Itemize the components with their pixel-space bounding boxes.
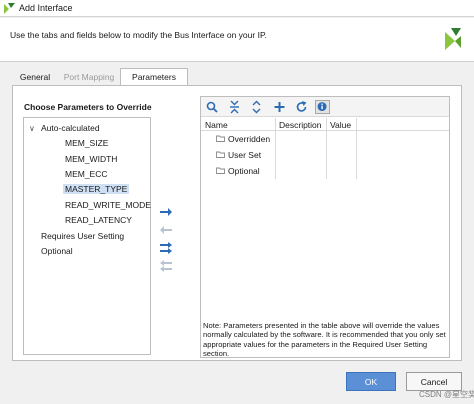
refresh-icon[interactable]: [294, 100, 309, 114]
add-icon[interactable]: [272, 100, 287, 114]
window-title: Add Interface: [19, 3, 73, 13]
tree-item-requires-user-setting[interactable]: Requires User Setting: [41, 231, 124, 241]
arrow-right-all-icon[interactable]: [159, 242, 173, 254]
parameter-tree[interactable]: ∨ Auto-calculated MEM_SIZE MEM_WIDTH MEM…: [23, 117, 151, 355]
table-header: Name Description Value: [201, 118, 449, 131]
table-row[interactable]: Overridden: [201, 131, 449, 147]
collapse-all-icon[interactable]: [227, 100, 242, 114]
tree-item-read-write-mode[interactable]: READ_WRITE_MODE: [65, 200, 151, 210]
tree-item-mem-size[interactable]: MEM_SIZE: [65, 138, 108, 148]
arrow-left-icon: [160, 226, 172, 234]
tab-parameters[interactable]: Parameters: [120, 68, 188, 86]
title-bar: Add Interface: [0, 0, 474, 17]
tree-item-read-latency[interactable]: READ_LATENCY: [65, 215, 132, 225]
vivado-logo-icon: [445, 28, 461, 50]
row-label-overridden: Overridden: [228, 134, 271, 144]
column-description[interactable]: Description: [279, 120, 322, 130]
search-icon[interactable]: [205, 100, 220, 114]
folder-icon: [216, 167, 225, 174]
info-icon[interactable]: [315, 100, 330, 114]
parameters-tab-pane: Choose Parameters to Override ∨ Auto-cal…: [12, 85, 462, 361]
tab-port-mapping: Port Mapping: [63, 72, 115, 82]
vivado-logo-icon: [4, 3, 15, 14]
tab-general[interactable]: General: [14, 68, 56, 85]
dialog-header: Use the tabs and fields below to modify …: [0, 18, 474, 62]
override-note: Note: Parameters presented in the table …: [203, 321, 446, 358]
parameter-table-panel: Name Description Value Overridden User S…: [200, 96, 450, 358]
header-description: Use the tabs and fields below to modify …: [10, 30, 267, 40]
choose-parameters-label: Choose Parameters to Override: [24, 102, 152, 112]
row-label-user-set: User Set: [228, 150, 262, 160]
tree-item-master-type[interactable]: MASTER_TYPE: [63, 184, 130, 194]
row-label-optional: Optional: [228, 166, 260, 176]
watermark: CSDN @星空奖: [419, 390, 474, 399]
tree-item-optional[interactable]: Optional: [41, 246, 73, 256]
column-name[interactable]: Name: [205, 120, 228, 130]
column-value[interactable]: Value: [330, 120, 351, 130]
folder-icon: [216, 151, 225, 158]
parameter-toolbar: [201, 97, 449, 117]
table-row[interactable]: Optional: [201, 163, 449, 179]
arrow-right-icon[interactable]: [159, 206, 173, 218]
folder-icon: [216, 135, 225, 142]
ok-button[interactable]: OK: [346, 372, 396, 391]
tree-item-mem-width[interactable]: MEM_WIDTH: [65, 154, 117, 164]
tree-item-auto-calculated[interactable]: Auto-calculated: [41, 123, 100, 133]
table-row[interactable]: User Set: [201, 147, 449, 163]
arrow-left-all-icon: [160, 260, 172, 272]
expand-all-icon[interactable]: [249, 100, 264, 114]
tree-item-mem-ecc[interactable]: MEM_ECC: [65, 169, 108, 179]
chevron-down-icon[interactable]: ∨: [29, 124, 35, 133]
